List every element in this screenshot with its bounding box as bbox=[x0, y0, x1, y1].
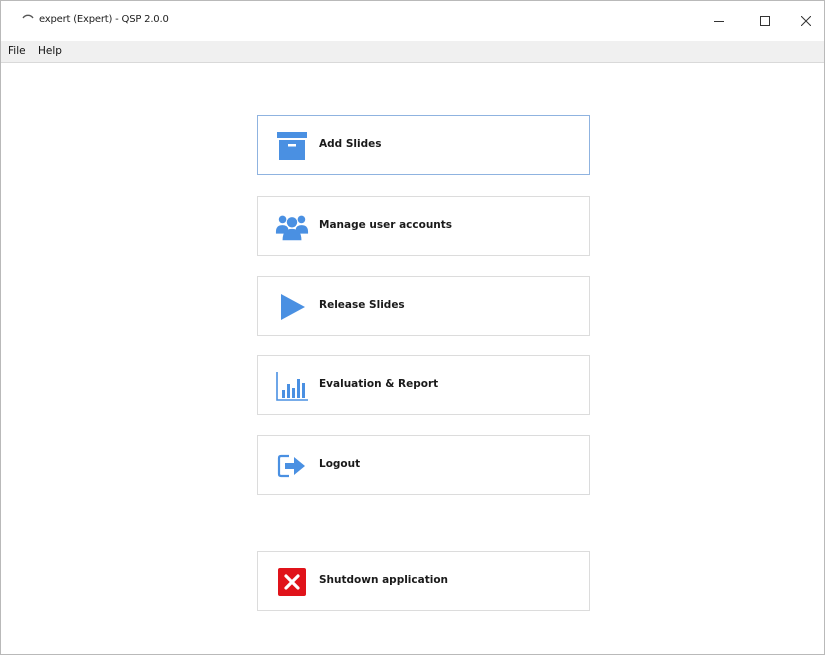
logout-icon bbox=[275, 449, 309, 483]
evaluation-report-button[interactable]: Evaluation & Report bbox=[257, 355, 590, 415]
release-slides-label: Release Slides bbox=[319, 299, 405, 311]
users-icon bbox=[275, 210, 309, 244]
shutdown-x-icon bbox=[275, 565, 309, 599]
main-content: Add Slides Manage user accounts Release … bbox=[1, 63, 824, 654]
menu-bar: File Help bbox=[1, 41, 824, 63]
app-window: expert (Expert) - QSP 2.0.0 File Help Ad… bbox=[0, 0, 825, 655]
logout-button[interactable]: Logout bbox=[257, 435, 590, 495]
maximize-button[interactable] bbox=[742, 1, 788, 41]
play-icon bbox=[275, 290, 309, 324]
release-slides-button[interactable]: Release Slides bbox=[257, 276, 590, 336]
evaluation-report-label: Evaluation & Report bbox=[319, 378, 439, 390]
add-slides-label: Add Slides bbox=[319, 138, 382, 150]
minimize-icon bbox=[714, 21, 724, 22]
shutdown-application-button[interactable]: Shutdown application bbox=[257, 551, 590, 611]
minimize-button[interactable] bbox=[696, 1, 742, 41]
bar-chart-icon bbox=[275, 369, 309, 403]
logout-label: Logout bbox=[319, 458, 361, 470]
archive-box-icon bbox=[275, 129, 309, 163]
menu-file[interactable]: File bbox=[8, 45, 26, 57]
manage-user-accounts-label: Manage user accounts bbox=[319, 219, 453, 231]
add-slides-button[interactable]: Add Slides bbox=[257, 115, 590, 175]
app-logo-icon bbox=[22, 14, 34, 19]
shutdown-application-label: Shutdown application bbox=[319, 574, 449, 586]
title-bar[interactable]: expert (Expert) - QSP 2.0.0 bbox=[1, 1, 824, 41]
window-title: expert (Expert) - QSP 2.0.0 bbox=[39, 14, 169, 25]
close-icon bbox=[801, 16, 811, 26]
maximize-icon bbox=[760, 16, 770, 26]
manage-user-accounts-button[interactable]: Manage user accounts bbox=[257, 196, 590, 256]
close-button[interactable] bbox=[788, 1, 824, 41]
menu-help[interactable]: Help bbox=[38, 45, 62, 57]
